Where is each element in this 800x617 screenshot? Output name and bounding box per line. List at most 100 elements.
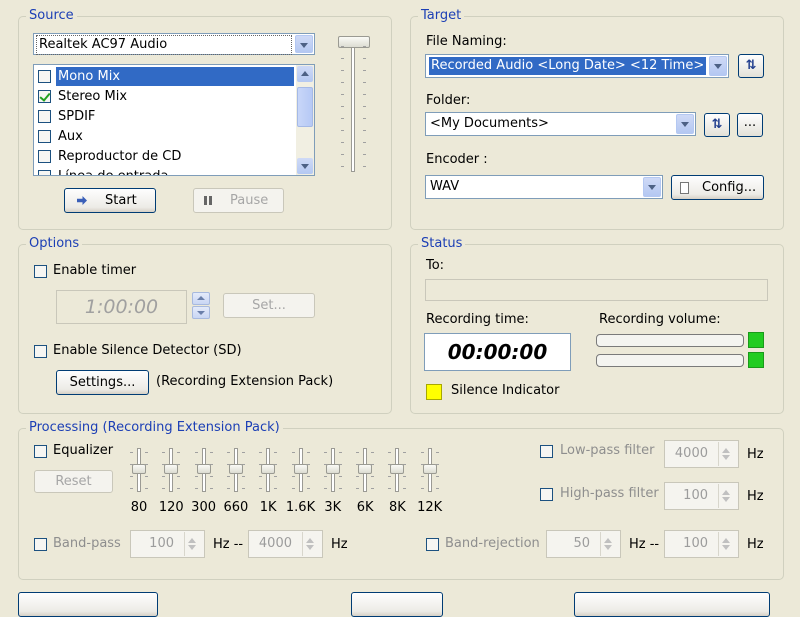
lowpass-label: Low-pass filter <box>560 443 655 458</box>
bandpass-from-spinner[interactable]: 100 <box>130 530 205 558</box>
eq-band-slider[interactable] <box>422 464 437 474</box>
bandpass-checkbox[interactable] <box>34 538 47 551</box>
pause-button[interactable]: Pause <box>193 188 284 213</box>
scroll-up-button[interactable] <box>297 66 313 82</box>
equalizer-checkbox[interactable] <box>34 445 47 458</box>
spinner-arrows[interactable] <box>184 532 203 556</box>
scroll-down-button[interactable] <box>297 158 313 174</box>
recording-volume-label: Recording volume: <box>599 312 721 327</box>
file-naming-swap-button[interactable]: ⇅ <box>738 54 764 78</box>
slider-tick <box>363 142 366 143</box>
bottom-left-button[interactable] <box>18 592 158 617</box>
highpass-spinner[interactable]: 100 <box>664 482 739 510</box>
chevron-down-icon[interactable] <box>709 56 727 76</box>
input-checkbox[interactable] <box>38 170 51 175</box>
scroll-thumb[interactable] <box>297 87 313 127</box>
input-checkbox[interactable] <box>38 130 51 143</box>
silence-detector-checkbox[interactable] <box>34 345 47 358</box>
input-list[interactable]: Mono Mix Stereo Mix SPDIF Aux Reproductor de… <box>33 64 315 176</box>
eq-band-slider[interactable] <box>390 464 405 474</box>
input-checkbox[interactable] <box>38 90 51 103</box>
eq-tick <box>403 476 407 477</box>
eq-tick <box>209 476 213 477</box>
input-list-item[interactable]: SPDIF <box>36 107 294 127</box>
source-title: Source <box>26 8 77 24</box>
bandrejection-from-spinner[interactable]: 50 <box>546 530 621 558</box>
config-label: Config... <box>702 180 757 195</box>
chevron-up-icon <box>722 490 730 495</box>
chevron-down-icon[interactable] <box>295 35 313 53</box>
folder-browse-button[interactable]: ... <box>737 113 763 137</box>
spinner-arrows[interactable] <box>718 484 737 508</box>
slider-tick <box>341 166 344 167</box>
highpass-checkbox[interactable] <box>540 488 553 501</box>
input-list-scrollbar[interactable] <box>296 65 314 175</box>
timer-up-button[interactable] <box>192 292 210 305</box>
eq-tick <box>338 476 342 477</box>
file-naming-select[interactable]: Recorded Audio <Long Date> <12 Time> <box>425 54 729 78</box>
file-naming-value: Recorded Audio <Long Date> <12 Time> <box>429 57 707 75</box>
bottom-center-button[interactable] <box>351 592 443 617</box>
eq-band-slider[interactable] <box>325 464 340 474</box>
eq-band-label: 80 <box>130 500 148 515</box>
slider-tick <box>363 94 366 95</box>
chevron-up-icon <box>301 71 309 76</box>
input-checkbox[interactable] <box>38 150 51 163</box>
start-label: Start <box>105 193 137 208</box>
chevron-down-icon <box>188 545 196 550</box>
timer-down-button[interactable] <box>192 306 210 319</box>
eq-tick <box>388 452 392 453</box>
start-button[interactable]: Start <box>64 188 156 213</box>
encoder-select[interactable]: WAV <box>425 175 663 199</box>
eq-band-slider[interactable] <box>358 464 373 474</box>
spinner-arrows[interactable] <box>718 532 737 556</box>
device-select[interactable]: Realtek AC97 Audio <box>33 33 315 55</box>
swap-icon: ⇅ <box>745 58 757 73</box>
input-list-item[interactable]: Línea de entrada <box>36 167 294 175</box>
chevron-down-icon[interactable] <box>643 177 661 197</box>
chevron-down-icon <box>722 497 730 502</box>
eq-tick <box>338 488 342 489</box>
bandrejection-to-spinner[interactable]: 100 <box>664 530 739 558</box>
input-list-item[interactable]: Reproductor de CD <box>36 147 294 167</box>
bandrejection-checkbox[interactable] <box>426 538 439 551</box>
eq-band-slider[interactable] <box>164 464 179 474</box>
lowpass-spinner[interactable]: 4000 <box>664 440 739 468</box>
slider-tick <box>341 130 344 131</box>
bandrejection-hz-dash: Hz -- <box>629 537 660 552</box>
eq-tick <box>194 476 198 477</box>
eq-tick <box>209 452 213 453</box>
eq-tick <box>177 488 181 489</box>
input-list-item[interactable]: Aux <box>36 127 294 147</box>
eq-band-slider[interactable] <box>261 464 276 474</box>
lowpass-checkbox[interactable] <box>540 445 553 458</box>
set-button[interactable]: Set... <box>223 293 315 318</box>
input-list-item[interactable]: Mono Mix <box>36 67 294 87</box>
highpass-value: 100 <box>683 488 708 503</box>
timer-spinner[interactable] <box>192 292 210 320</box>
input-checkbox[interactable] <box>38 110 51 123</box>
eq-band-slider[interactable] <box>228 464 243 474</box>
eq-tick <box>403 452 407 453</box>
input-list-item[interactable]: Stereo Mix <box>36 87 294 107</box>
input-checkbox[interactable] <box>38 70 51 83</box>
folder-swap-button[interactable]: ⇅ <box>704 113 730 137</box>
spinner-arrows[interactable] <box>718 442 737 466</box>
timer-input[interactable]: 1:00:00 <box>56 290 187 324</box>
bandpass-to-spinner[interactable]: 4000 <box>248 530 323 558</box>
folder-select[interactable]: <My Documents> <box>425 112 696 136</box>
bottom-right-button[interactable] <box>574 592 770 617</box>
eq-band-slider[interactable] <box>293 464 308 474</box>
eq-band-slider[interactable] <box>132 464 146 474</box>
chevron-down-icon[interactable] <box>676 114 694 134</box>
spinner-arrows[interactable] <box>600 532 619 556</box>
eq-band-slider[interactable] <box>196 464 211 474</box>
enable-timer-checkbox[interactable] <box>34 265 47 278</box>
eq-tick <box>226 452 230 453</box>
sd-settings-button[interactable]: Settings... <box>56 370 149 395</box>
spinner-arrows[interactable] <box>302 532 321 556</box>
reset-button[interactable]: Reset <box>34 470 113 493</box>
config-button[interactable]: Config... <box>671 175 764 200</box>
eq-band-label: 3K <box>324 500 342 515</box>
pause-icon <box>204 196 207 205</box>
